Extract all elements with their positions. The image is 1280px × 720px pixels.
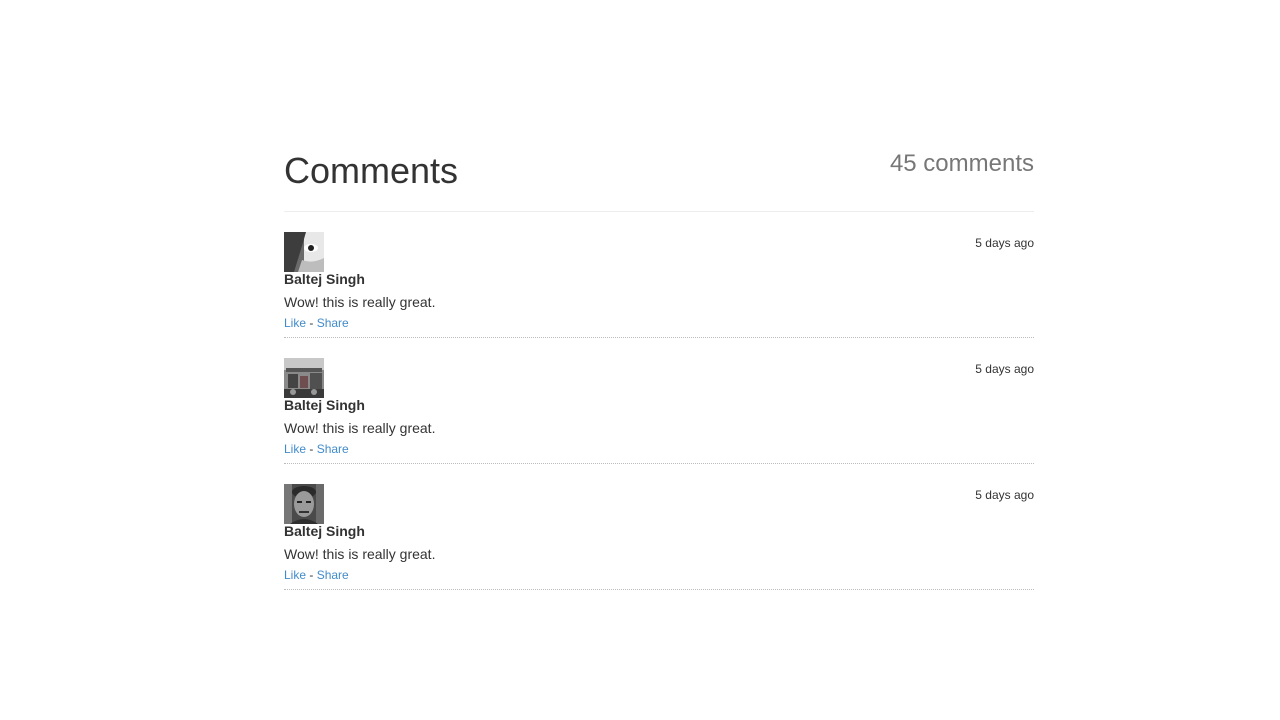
- comment-text: Wow! this is really great.: [284, 546, 436, 562]
- comments-header: Comments 45 comments: [284, 0, 1034, 212]
- comment-actions: Like - Share: [284, 316, 349, 330]
- comment-author[interactable]: Baltej Singh: [284, 397, 365, 414]
- like-link[interactable]: Like: [284, 316, 306, 330]
- comment-timestamp: 5 days ago: [975, 362, 1034, 376]
- comment-actions: Like - Share: [284, 568, 349, 582]
- like-link[interactable]: Like: [284, 442, 306, 456]
- comment-author[interactable]: Baltej Singh: [284, 271, 365, 288]
- share-link[interactable]: Share: [317, 442, 349, 456]
- comment-author[interactable]: Baltej Singh: [284, 523, 365, 540]
- comment-item: 5 days ago Baltej Singh Wow! this is rea…: [284, 338, 1034, 464]
- comment-timestamp: 5 days ago: [975, 488, 1034, 502]
- avatar[interactable]: [284, 358, 324, 398]
- avatar-photo-icon: [284, 358, 324, 398]
- share-link[interactable]: Share: [317, 316, 349, 330]
- avatar-photo-icon: [284, 232, 324, 272]
- comment-text: Wow! this is really great.: [284, 294, 436, 310]
- share-link[interactable]: Share: [317, 568, 349, 582]
- page-title: Comments: [284, 150, 459, 191]
- comment-timestamp: 5 days ago: [975, 236, 1034, 250]
- avatar-photo-icon: [284, 484, 324, 524]
- comment-item: 5 days ago Baltej Singh Wow! this is rea…: [284, 464, 1034, 590]
- like-link[interactable]: Like: [284, 568, 306, 582]
- action-separator: -: [309, 442, 314, 456]
- comment-actions: Like - Share: [284, 442, 349, 456]
- comment-item: 5 days ago Baltej Singh Wow! this is rea…: [284, 212, 1034, 338]
- avatar[interactable]: [284, 232, 324, 272]
- action-separator: -: [309, 316, 314, 330]
- comment-text: Wow! this is really great.: [284, 420, 436, 436]
- action-separator: -: [309, 568, 314, 582]
- comments-section: Comments 45 comments 5 days ago Baltej S…: [284, 0, 1034, 590]
- avatar[interactable]: [284, 484, 324, 524]
- comment-count: 45 comments: [889, 150, 1034, 177]
